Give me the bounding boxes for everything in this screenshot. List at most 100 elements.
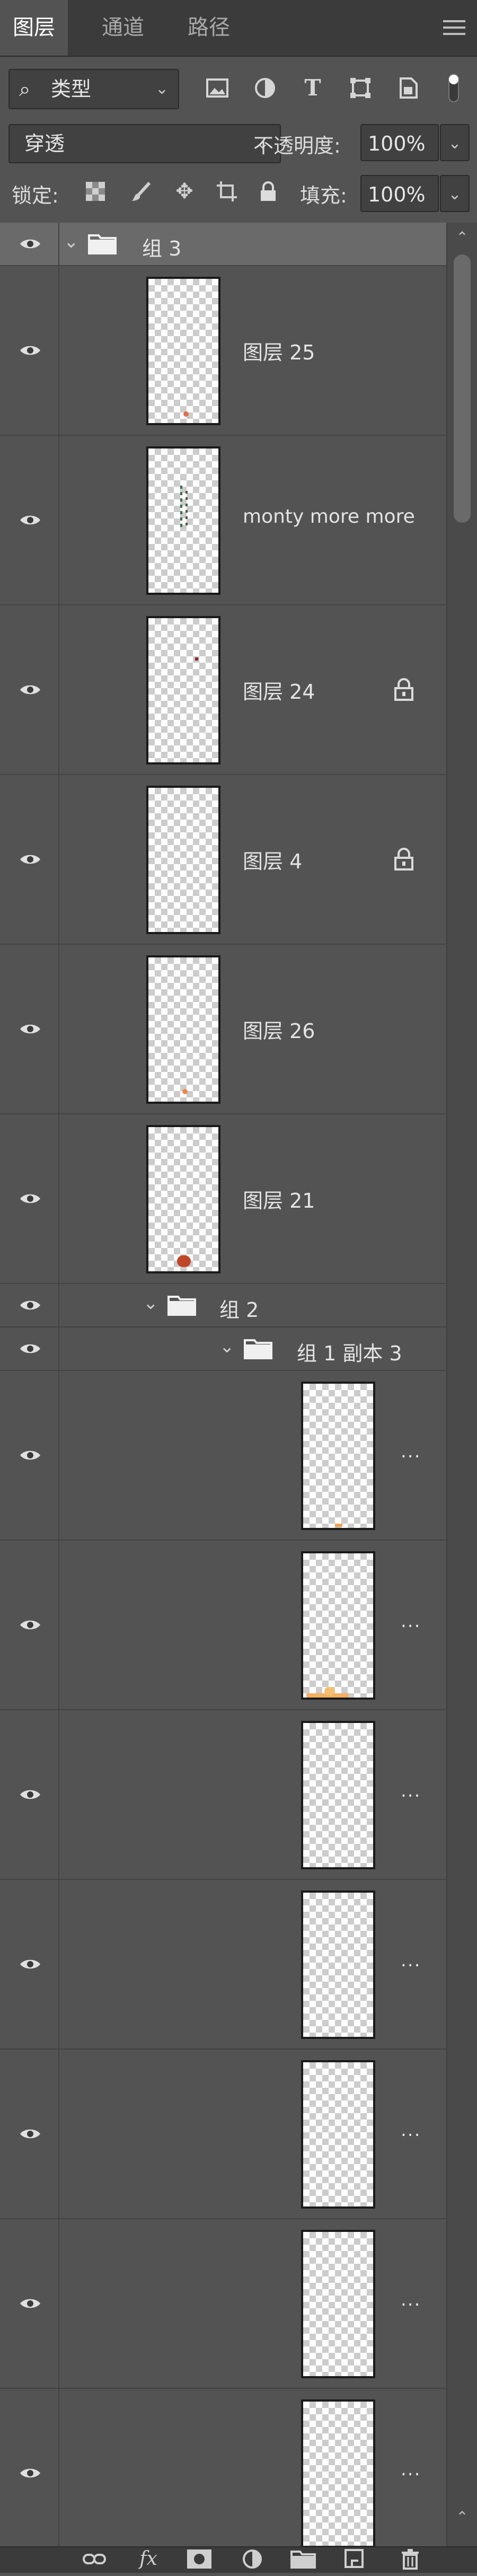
opacity-label: 不透明度:	[253, 134, 341, 157]
fill-label: 填充:	[300, 184, 347, 207]
visibility-eye-icon[interactable]	[0, 1114, 59, 1283]
layer-name: 组 3	[142, 237, 182, 260]
lock-position-move-icon[interactable]: ✥	[169, 173, 200, 210]
opacity-dropdown-button[interactable]: ⌄	[440, 124, 470, 161]
panel-menu-icon[interactable]	[443, 20, 465, 35]
layer-row[interactable]: 图层 26	[0, 945, 446, 1114]
layer-row[interactable]: ...	[0, 1880, 446, 2050]
layer-thumbnail	[301, 1721, 375, 1869]
layer-thumbnail	[301, 1891, 375, 2039]
link-layers-icon[interactable]	[78, 2547, 110, 2571]
image-filter-icon[interactable]	[202, 70, 232, 106]
fill-input[interactable]: 100%	[360, 175, 439, 212]
layer-thumbnail	[146, 277, 220, 425]
type-filter-icon[interactable]: T	[298, 70, 328, 106]
smart-object-filter-icon[interactable]	[393, 70, 423, 106]
opacity-input[interactable]: 100%	[360, 124, 439, 161]
chevron-down-icon[interactable]: ⌄	[143, 1293, 158, 1314]
scroll-up-icon[interactable]: ⌃	[447, 223, 477, 252]
layer-name: ...	[401, 2459, 421, 2480]
visibility-eye-icon[interactable]	[0, 1327, 59, 1370]
scrollbar-thumb[interactable]	[454, 254, 471, 523]
layer-row[interactable]: ...	[0, 1541, 446, 1710]
mask-icon[interactable]	[183, 2547, 215, 2571]
layers-list: ⌄ 组 3 图层 25 monty more more 图层 24 图层 4 图…	[0, 223, 446, 2546]
filter-kind-select[interactable]: ⌕ 类型 ⌄	[8, 69, 179, 109]
layer-name: ...	[401, 2289, 421, 2310]
layer-row[interactable]: ...	[0, 2050, 446, 2219]
layer-row[interactable]: ...	[0, 2219, 446, 2389]
new-layer-icon[interactable]	[339, 2547, 371, 2571]
layer-name: ...	[401, 1441, 421, 1462]
layer-thumbnail	[301, 2230, 375, 2378]
fx-icon[interactable]: fx	[132, 2547, 164, 2571]
layer-row[interactable]: 图层 24	[0, 605, 446, 775]
visibility-eye-icon[interactable]	[0, 945, 59, 1113]
visibility-eye-icon[interactable]	[0, 2389, 59, 2546]
layer-row[interactable]: ...	[0, 1710, 446, 1880]
lock-artboard-icon[interactable]	[211, 173, 243, 210]
visibility-eye-icon[interactable]	[0, 266, 59, 435]
layer-name: ...	[401, 1611, 421, 1632]
folder-icon	[244, 1339, 272, 1359]
layer-row[interactable]: 图层 21	[0, 1114, 446, 1284]
visibility-eye-icon[interactable]	[0, 2050, 59, 2218]
layer-row[interactable]: ...	[0, 2389, 446, 2546]
lock-pixels-brush-icon[interactable]	[125, 173, 157, 210]
tab-paths[interactable]: 路径	[175, 0, 243, 56]
visibility-eye-icon[interactable]	[0, 1371, 59, 1540]
blend-mode-value: 穿透	[24, 132, 65, 155]
visibility-eye-icon[interactable]	[0, 1880, 59, 2049]
layer-row[interactable]: 图层 25	[0, 266, 446, 436]
panel-tab-bar: 图层 通道 路径	[0, 0, 477, 57]
layer-name: 图层 25	[243, 341, 315, 364]
search-icon: ⌕	[19, 77, 31, 101]
layer-name: 组 2	[219, 1298, 259, 1322]
layer-thumbnail	[146, 616, 220, 764]
visibility-eye-icon[interactable]	[0, 1284, 59, 1326]
layer-row[interactable]: ...	[0, 1371, 446, 1541]
lock-label: 锁定:	[12, 184, 59, 207]
layer-group-row[interactable]: ⌄ 组 1 副本 3	[0, 1327, 446, 1371]
layer-row[interactable]: 图层 4	[0, 775, 446, 945]
scroll-down-icon[interactable]: ⌃	[447, 2502, 477, 2532]
layer-name: ...	[401, 2120, 421, 2141]
visibility-eye-icon[interactable]	[0, 1710, 59, 1879]
folder-icon	[167, 1296, 196, 1316]
visibility-eye-icon[interactable]	[0, 775, 59, 944]
adjustment-layer-icon[interactable]	[236, 2547, 268, 2571]
visibility-eye-icon[interactable]	[0, 223, 59, 265]
layer-thumbnail	[301, 1382, 375, 1530]
new-group-icon[interactable]	[287, 2547, 319, 2571]
visibility-eye-icon[interactable]	[0, 1541, 59, 1709]
layer-thumbnail	[146, 1125, 220, 1273]
layer-thumbnail	[146, 955, 220, 1104]
blend-mode-select[interactable]: 穿透 ⌄	[8, 124, 281, 163]
layer-thumbnail	[301, 2399, 375, 2546]
tab-channels[interactable]: 通道	[89, 0, 157, 56]
visibility-eye-icon[interactable]	[0, 436, 59, 604]
layer-row[interactable]: monty more more	[0, 436, 446, 605]
filter-toggle-icon[interactable]	[443, 70, 464, 106]
layer-group-row[interactable]: ⌄ 组 2	[0, 1284, 446, 1327]
layer-name: ...	[401, 1950, 421, 1971]
layer-name: 图层 26	[243, 1019, 315, 1043]
adjustment-filter-icon[interactable]	[250, 70, 280, 106]
chevron-down-icon[interactable]: ⌄	[64, 231, 79, 252]
visibility-eye-icon[interactable]	[0, 2219, 59, 2388]
layers-scrollbar[interactable]: ⌃ ⌃	[446, 223, 477, 2546]
lock-icon	[394, 848, 413, 871]
delete-icon[interactable]	[394, 2547, 426, 2571]
lock-transparency-icon[interactable]	[80, 173, 111, 210]
tab-layers[interactable]: 图层	[0, 0, 68, 56]
lock-all-icon[interactable]	[252, 173, 284, 210]
chevron-down-icon: ⌄	[155, 80, 169, 98]
layer-name: ...	[401, 1780, 421, 1801]
layer-name: 图层 4	[243, 850, 303, 873]
layer-thumbnail	[301, 1551, 375, 1700]
layer-group-row[interactable]: ⌄ 组 3	[0, 223, 446, 266]
fill-dropdown-button[interactable]: ⌄	[440, 175, 470, 212]
visibility-eye-icon[interactable]	[0, 605, 59, 774]
shape-filter-icon[interactable]	[346, 70, 375, 106]
chevron-down-icon[interactable]: ⌄	[219, 1336, 235, 1357]
